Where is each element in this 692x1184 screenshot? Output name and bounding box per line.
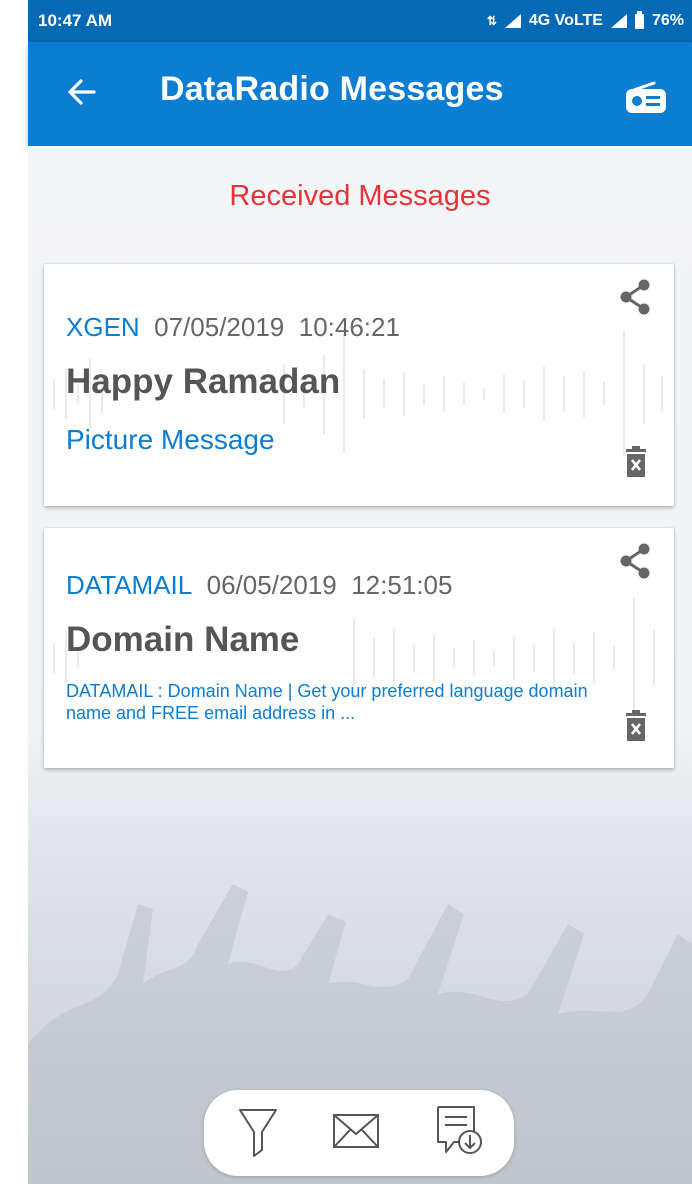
signal-icon	[504, 14, 521, 28]
status-time: 10:47 AM	[38, 11, 113, 30]
message-subject: Domain Name	[66, 620, 300, 659]
delete-icon[interactable]	[624, 710, 648, 742]
filter-icon[interactable]	[236, 1106, 280, 1158]
message-sender: DATAMAIL	[66, 570, 193, 600]
battery-icon	[634, 10, 644, 29]
status-bar: 10:47 AM ⇅ 4G VoLTE 76%	[28, 0, 692, 42]
share-icon[interactable]	[618, 542, 652, 580]
message-meta: DATAMAIL 06/05/2019 12:51:05	[66, 570, 452, 601]
download-message-icon[interactable]	[434, 1104, 484, 1156]
message-date: 07/05/2019	[154, 312, 285, 342]
message-meta: XGEN 07/05/2019 10:46:21	[66, 312, 400, 343]
envelope-icon[interactable]	[332, 1112, 380, 1152]
message-card[interactable]: DATAMAIL 06/05/2019 12:51:05 Domain Name…	[44, 528, 674, 768]
content-area: Received Messages XGEN 07/05/2019 10:46:…	[28, 146, 692, 1184]
network-label: 4G VoLTE	[528, 12, 603, 29]
signal-icon-2	[610, 14, 627, 28]
battery-percent: 76%	[651, 12, 684, 29]
message-date: 06/05/2019	[206, 570, 337, 600]
status-indicators: ⇅ 4G VoLTE 76%	[486, 10, 684, 30]
message-body: DATAMAIL : Domain Name | Get your prefer…	[66, 681, 588, 723]
bottom-action-bar	[204, 1090, 514, 1176]
share-icon[interactable]	[618, 278, 652, 316]
message-sender: XGEN	[66, 312, 140, 342]
section-heading: Received Messages	[229, 180, 491, 212]
app-bar: DataRadio Messages	[28, 42, 692, 146]
data-arrows-icon: ⇅	[486, 14, 497, 28]
message-subject: Happy Ramadan	[66, 362, 341, 401]
page-title: DataRadio Messages	[160, 70, 504, 108]
message-card[interactable]: XGEN 07/05/2019 10:46:21 Happy Ramadan P…	[44, 264, 674, 506]
delete-icon[interactable]	[624, 446, 648, 478]
message-time: 12:51:05	[351, 570, 453, 600]
radio-icon[interactable]	[624, 80, 668, 114]
arrow-left-icon[interactable]	[62, 72, 102, 112]
message-time: 10:46:21	[298, 312, 400, 342]
message-body: Picture Message	[66, 424, 275, 455]
